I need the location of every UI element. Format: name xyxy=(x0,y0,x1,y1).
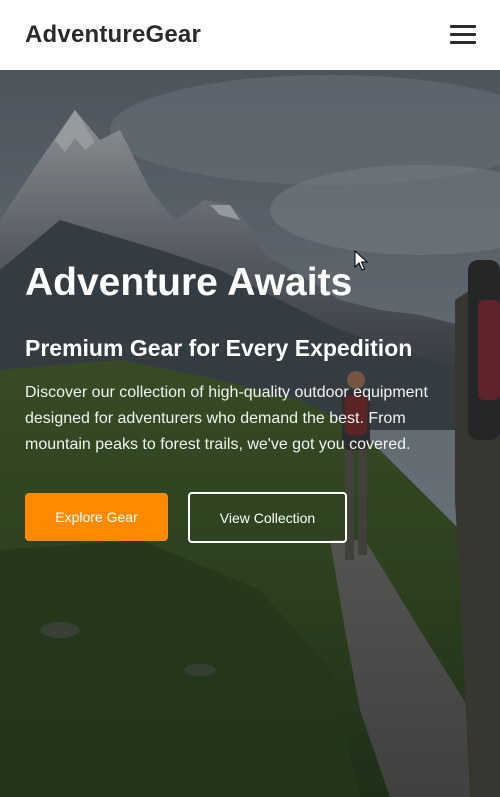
menu-bar-middle xyxy=(450,33,476,36)
view-collection-button[interactable]: View Collection xyxy=(188,492,347,543)
hero-content: Adventure Awaits Premium Gear for Every … xyxy=(25,260,465,543)
mouse-cursor-icon xyxy=(354,250,368,271)
site-header: AdventureGear xyxy=(0,0,500,70)
hero-description: Discover our collection of high-quality … xyxy=(25,384,428,453)
brand-logo[interactable]: AdventureGear xyxy=(25,21,201,49)
cta-row: Explore Gear View Collection xyxy=(25,492,465,543)
hero-subtitle: Premium Gear for Every Expedition xyxy=(25,335,413,361)
menu-bar-top xyxy=(450,25,476,28)
hero-section: Adventure Awaits Premium Gear for Every … xyxy=(0,70,500,797)
menu-bar-bottom xyxy=(450,41,476,44)
hamburger-menu-icon[interactable] xyxy=(450,25,476,45)
explore-gear-button[interactable]: Explore Gear xyxy=(25,493,168,541)
hero-title: Adventure Awaits xyxy=(25,261,353,304)
